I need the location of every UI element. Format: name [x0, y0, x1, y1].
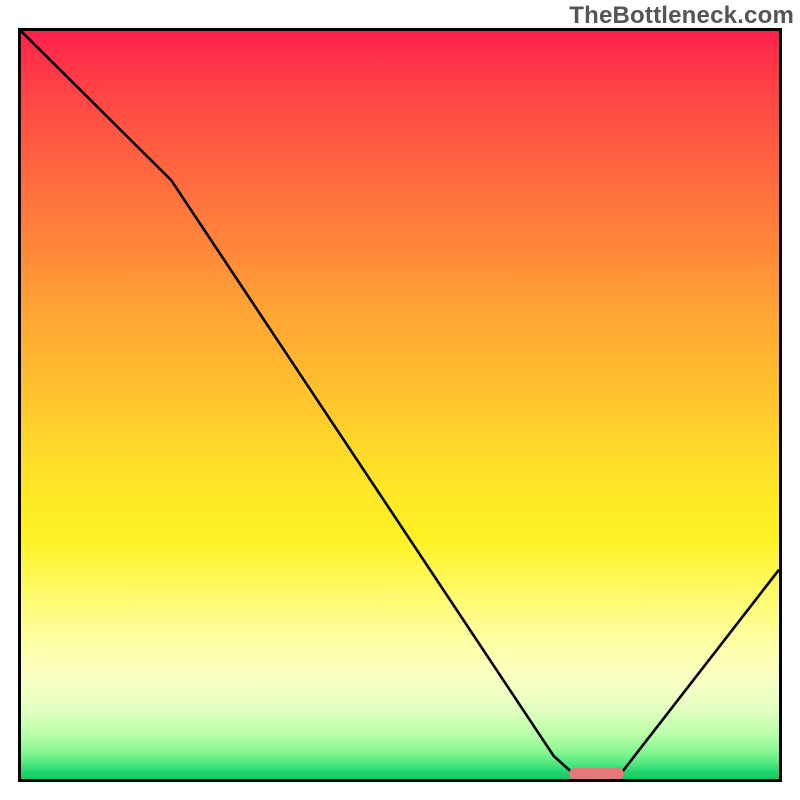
bottleneck-curve [21, 31, 779, 779]
curve-path [21, 31, 779, 775]
optimal-marker [569, 768, 624, 780]
watermark-text: TheBottleneck.com [569, 2, 794, 30]
chart-container: TheBottleneck.com [0, 0, 800, 800]
plot-area [18, 28, 782, 782]
